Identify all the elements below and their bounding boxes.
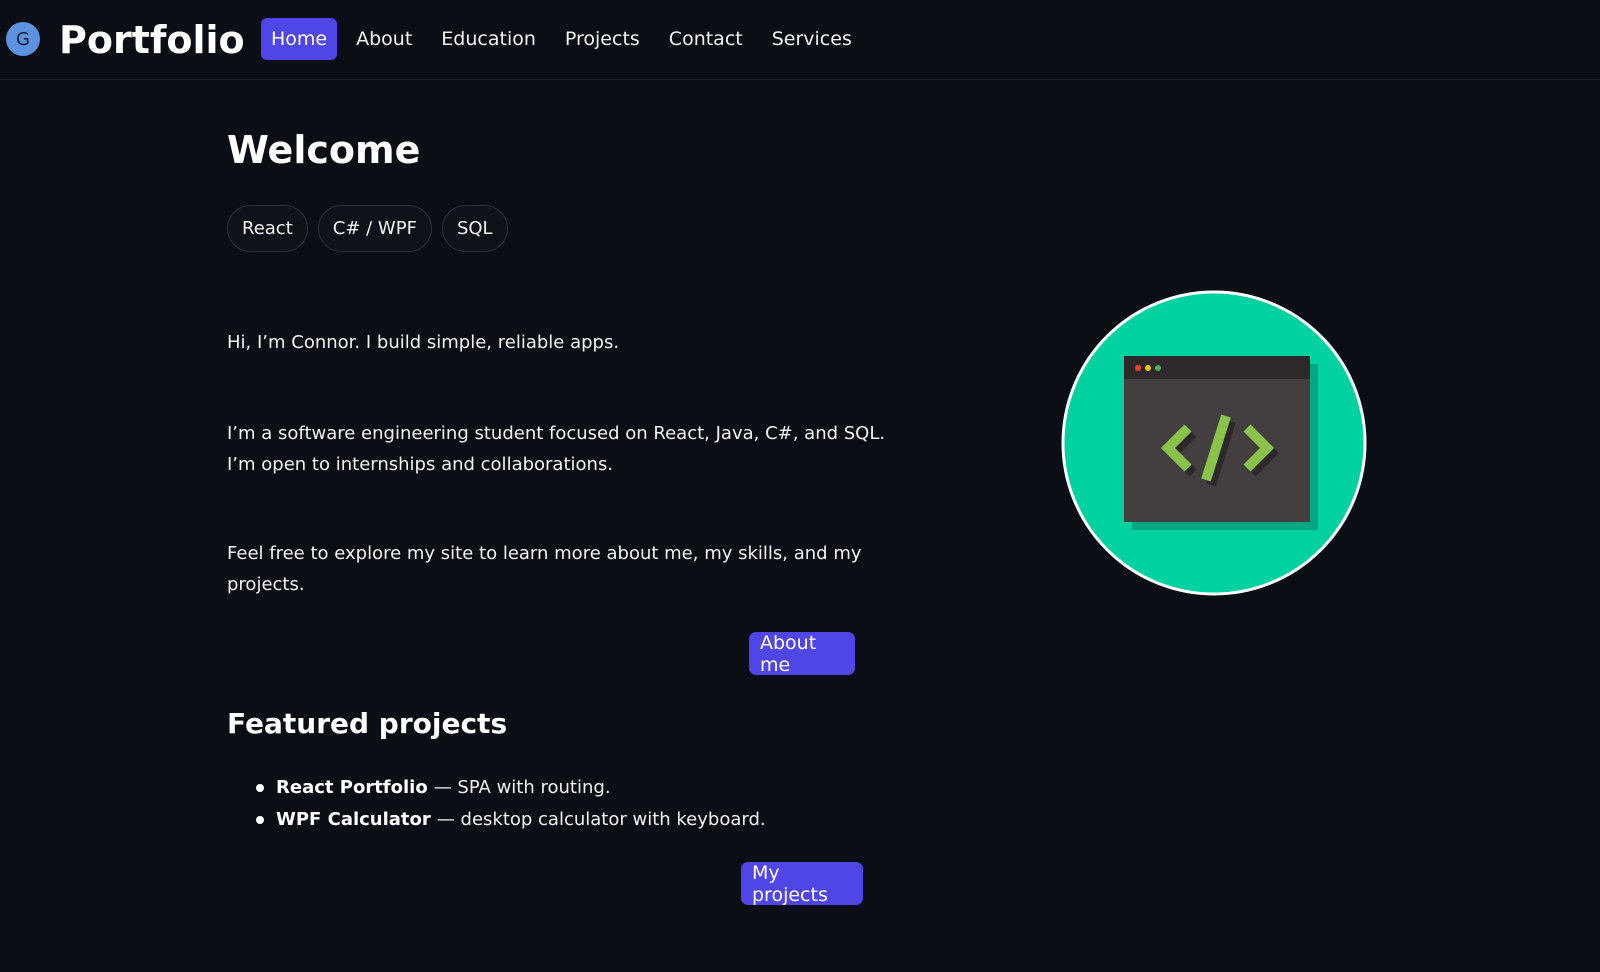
nav-item-home[interactable]: Home (261, 18, 338, 60)
project-name: WPF Calculator (276, 809, 431, 830)
skill-chip-react: React (227, 205, 308, 252)
avatar[interactable]: G (6, 22, 40, 56)
site-header: G Portfolio Home About Education Project… (0, 0, 1600, 80)
explore-text: Feel free to explore my site to learn mo… (227, 543, 862, 595)
skill-chip-csharp-wpf: C# / WPF (317, 205, 432, 252)
page-title: Welcome (227, 128, 421, 172)
list-item: WPF Calculator — desktop calculator with… (256, 804, 766, 836)
nav-item-about[interactable]: About (346, 18, 422, 60)
nav-item-education[interactable]: Education (431, 18, 546, 60)
project-name: React Portfolio (276, 777, 428, 798)
skill-chip-sql: SQL (441, 205, 508, 252)
featured-projects-list: React Portfolio — SPA with routing. WPF … (256, 772, 766, 836)
bullet-icon (256, 784, 264, 792)
about-me-button[interactable]: About me (749, 632, 855, 676)
main-nav: Home About Education Projects Contact Se… (261, 18, 871, 60)
bio-text: I’m a software engineering student focus… (227, 423, 886, 475)
bullet-icon (256, 816, 264, 824)
nav-item-services[interactable]: Services (762, 18, 862, 60)
skill-chips: React C# / WPF SQL (227, 205, 508, 252)
list-item: React Portfolio — SPA with routing. (256, 772, 766, 804)
project-desc: — SPA with routing. (433, 777, 611, 798)
my-projects-button[interactable]: My projects (741, 862, 863, 906)
nav-item-projects[interactable]: Projects (555, 18, 650, 60)
nav-item-contact[interactable]: Contact (659, 18, 753, 60)
featured-projects-title: Featured projects (227, 707, 508, 740)
project-desc: — desktop calculator with keyboard. (436, 809, 766, 830)
intro-text: Hi, I’m Connor. I build simple, reliable… (227, 332, 620, 353)
brand-title[interactable]: Portfolio (59, 16, 245, 64)
code-window-icon (1061, 290, 1367, 596)
